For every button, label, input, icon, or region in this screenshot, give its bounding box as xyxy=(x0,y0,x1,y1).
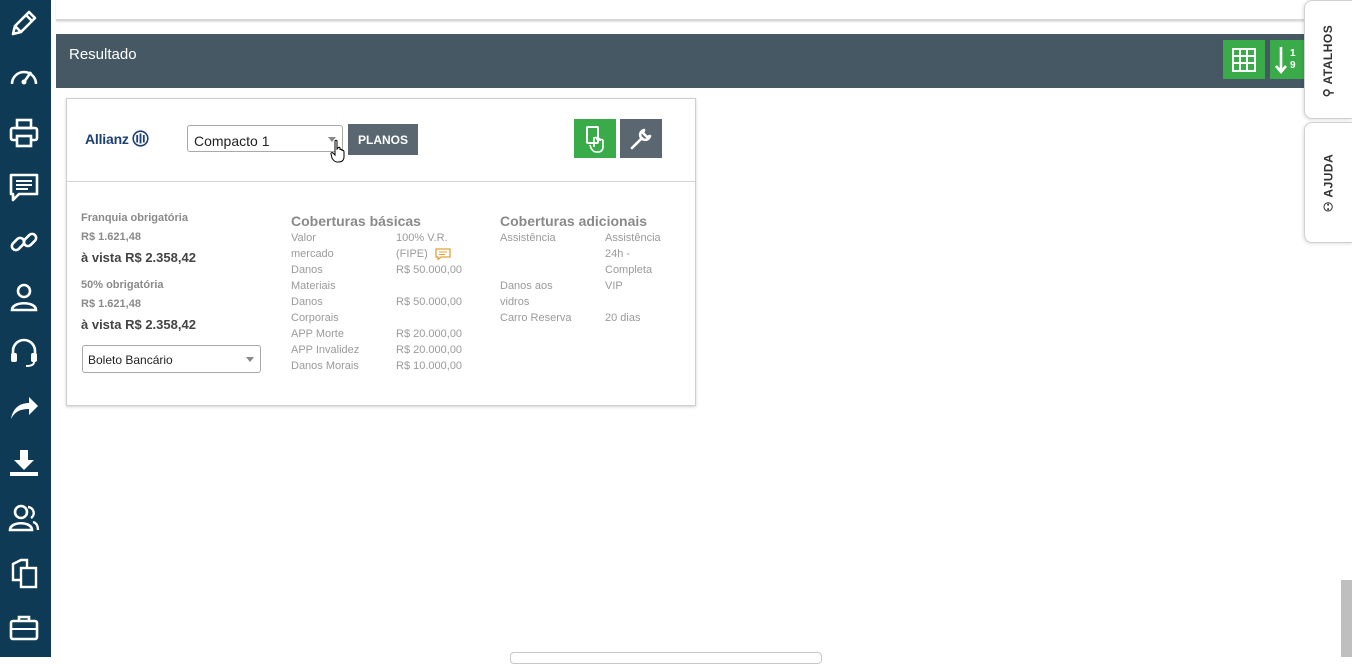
share-icon[interactable] xyxy=(4,388,44,428)
settings-button[interactable] xyxy=(620,119,662,158)
users-icon[interactable] xyxy=(4,498,44,538)
grid-icon xyxy=(1232,47,1256,72)
sidebar xyxy=(0,0,51,657)
insurer-logo: Allianz xyxy=(85,130,149,147)
link-icon[interactable] xyxy=(4,222,44,262)
contract-button[interactable] xyxy=(574,119,616,158)
coverage-value: VIP xyxy=(605,280,623,292)
coverage-name: Danos Corporais xyxy=(291,296,339,324)
coverage-name: Carro Reserva xyxy=(500,312,572,324)
hand-cursor-icon xyxy=(330,139,345,163)
coverage-name: Danos Morais xyxy=(291,360,359,372)
coverage-value: 20 dias xyxy=(605,312,641,324)
grid-view-button[interactable] xyxy=(1223,40,1265,79)
plan-select[interactable]: Compacto 1 xyxy=(187,125,343,152)
help-icon: ⚇ xyxy=(1321,197,1335,213)
payment-select[interactable]: Boleto Bancário xyxy=(82,345,261,373)
chat-icon[interactable] xyxy=(4,167,44,207)
top-panel xyxy=(56,0,1308,21)
copy-icon[interactable] xyxy=(4,553,44,593)
coverage-value: R$ 20.000,00 xyxy=(396,328,463,340)
page-title: Resultado xyxy=(69,46,137,63)
chevron-down-icon xyxy=(246,357,254,362)
basic-coverages-title: Coberturas básicas xyxy=(291,213,421,229)
sort-label-top: 1 xyxy=(1290,47,1296,59)
insurer-name: Allianz xyxy=(85,130,129,147)
allianz-emblem-icon xyxy=(132,130,149,147)
additional-coverages-title: Coberturas adicionais xyxy=(500,213,648,229)
touch-document-icon xyxy=(586,125,604,153)
coverage-name: Danos aos vidros xyxy=(500,280,553,308)
speedometer-icon[interactable] xyxy=(4,57,44,97)
coverage-value: 100% V.R. (FIPE) xyxy=(396,230,458,262)
briefcase-icon[interactable] xyxy=(4,608,44,648)
card-divider xyxy=(67,181,695,182)
coverage-value: R$ 20.000,00 xyxy=(396,344,463,356)
coverage-value: Assistência 24h - Completa xyxy=(605,232,661,276)
coverage-value: R$ 50.000,00 xyxy=(396,296,463,308)
planos-button[interactable]: PLANOS xyxy=(348,124,418,155)
printer-icon[interactable] xyxy=(4,113,44,153)
coverage-value: R$ 50.000,00 xyxy=(396,264,463,276)
pencil-icon[interactable] xyxy=(4,3,44,43)
sort-label-bottom: 9 xyxy=(1290,59,1296,71)
shortcuts-icon: ⚲ xyxy=(1321,84,1335,98)
tab-ajuda[interactable]: ⚇ AJUDA xyxy=(1304,122,1352,243)
franquia-avista: à vista R$ 2.358,42 xyxy=(81,250,196,265)
scrollbar-thumb[interactable] xyxy=(1341,580,1352,657)
comment-icon[interactable] xyxy=(435,248,451,261)
coverage-name: Assistência xyxy=(500,232,556,244)
tab-ajuda-label: AJUDA xyxy=(1321,153,1335,198)
sort-button[interactable]: 1 9 xyxy=(1270,40,1308,79)
user-icon[interactable] xyxy=(4,277,44,317)
plan-select-value: Compacto 1 xyxy=(194,133,270,149)
quote-card: Allianz Compacto 1 PLANOS Franquia obrig… xyxy=(66,98,696,406)
coverage-name: APP Invalidez xyxy=(291,344,360,356)
headset-icon[interactable] xyxy=(4,332,44,372)
results-header: Resultado 1 9 xyxy=(56,34,1308,88)
payment-select-value: Boleto Bancário xyxy=(88,353,173,367)
fifty-avista: à vista R$ 2.358,42 xyxy=(81,317,196,332)
sort-down-icon xyxy=(1275,46,1287,74)
download-icon[interactable] xyxy=(4,443,44,483)
tab-atalhos-label: ATALHOS xyxy=(1321,24,1335,85)
wrench-icon xyxy=(630,128,652,149)
coverage-value: R$ 10.000,00 xyxy=(396,360,463,372)
coverage-name: APP Morte xyxy=(291,328,344,340)
bottom-panel xyxy=(510,652,822,664)
coverage-name: Valor mercado xyxy=(291,232,334,260)
coverage-name: Danos Materiais xyxy=(291,264,336,292)
fifty-label: 50% obrigatória xyxy=(81,279,164,291)
franquia-value: R$ 1.621,48 xyxy=(81,231,141,243)
franquia-label: Franquia obrigatória xyxy=(81,212,188,224)
fifty-value: R$ 1.621,48 xyxy=(81,298,141,310)
tab-atalhos[interactable]: ⚲ ATALHOS xyxy=(1304,0,1352,119)
